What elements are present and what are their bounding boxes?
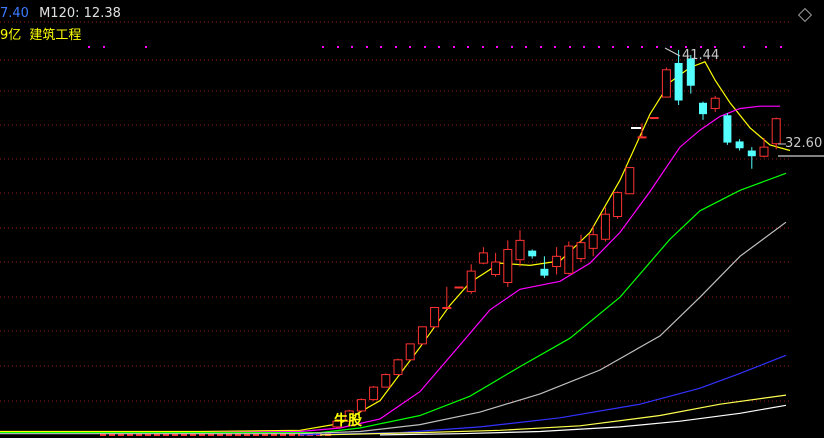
price-dash-marker [631,127,641,129]
signal-dot [380,46,382,48]
candle-body [613,192,623,218]
signal-dot [511,46,513,48]
signal-dot [351,46,353,48]
signal-dot [765,46,767,48]
last-price-label: 32.60 [785,136,823,151]
volume-value: 7.40 [0,6,29,21]
candle-body [674,62,683,101]
ma-line-ma5 [0,61,791,433]
candle-body [649,117,659,120]
candle-body [540,268,549,276]
signal-dot [540,46,542,48]
candle-body [417,326,427,345]
candle-body [710,97,720,109]
stock-tag-label: 牛股 [334,413,362,429]
candle-body [515,239,525,261]
signal-dot [656,46,658,48]
ma-line-ma30 [0,221,787,435]
candle-body [454,286,464,289]
signal-dot [641,46,643,48]
signal-dot [496,46,498,48]
candle-body [771,118,781,145]
signal-dot [424,46,426,48]
signal-dot [467,46,469,48]
sector-name[interactable]: 建筑工程 [29,28,81,43]
signal-dot [743,46,745,48]
candle-body [699,102,707,115]
signal-dot [103,46,105,48]
signal-dot [88,46,90,48]
m120-value: 12.38 [83,6,121,21]
candle-body [491,261,501,276]
candle-body [723,115,732,143]
candle-body [405,343,415,361]
candle-body [564,245,574,274]
signal-dot [627,46,629,48]
candle-body [393,359,403,376]
sector-header: 9亿 建筑工程 [0,24,81,43]
kline-chart-panel: 7.40 M120: 12.38 9亿 建筑工程 41.44 32.60 牛股 [0,0,824,438]
candle-body [588,234,598,249]
candle-body [503,248,513,283]
signal-dot [409,46,411,48]
candle-body [442,306,452,309]
signal-dot [322,46,324,48]
signal-dot [395,46,397,48]
candle-body [478,252,488,264]
candle-body [528,250,537,257]
signal-dot [554,46,556,48]
candle-body [759,146,769,157]
high-price-pointer [664,47,681,57]
m120-label: M120: [39,6,80,21]
signal-dot [453,46,455,48]
candlestick-chart [0,21,824,436]
candle-body [625,167,635,195]
signal-dot [670,46,672,48]
signal-dot [583,46,585,48]
signal-dot [482,46,484,48]
candle-body [661,69,671,98]
signal-dot [612,46,614,48]
candle-body [430,306,440,328]
candle-body [637,136,647,139]
candle-body [747,150,756,157]
signal-dot [569,46,571,48]
candle-body [466,270,476,293]
candle-body [381,374,391,388]
candle-body [735,141,744,149]
high-price-label: 41.44 [682,48,720,63]
candle-body [600,213,610,240]
signal-dot [525,46,527,48]
signal-dot [366,46,368,48]
candle-body [552,255,562,268]
candle-body [576,242,586,260]
ma-line-ma20 [0,172,787,434]
signal-dot [438,46,440,48]
indicator-header: 7.40 M120: 12.38 [0,6,121,21]
signal-dot [337,46,339,48]
signal-dot [780,46,782,48]
signal-dot [598,46,600,48]
signal-dot [145,46,147,48]
amount-fragment: 9亿 [0,28,22,43]
candle-body [369,386,379,401]
